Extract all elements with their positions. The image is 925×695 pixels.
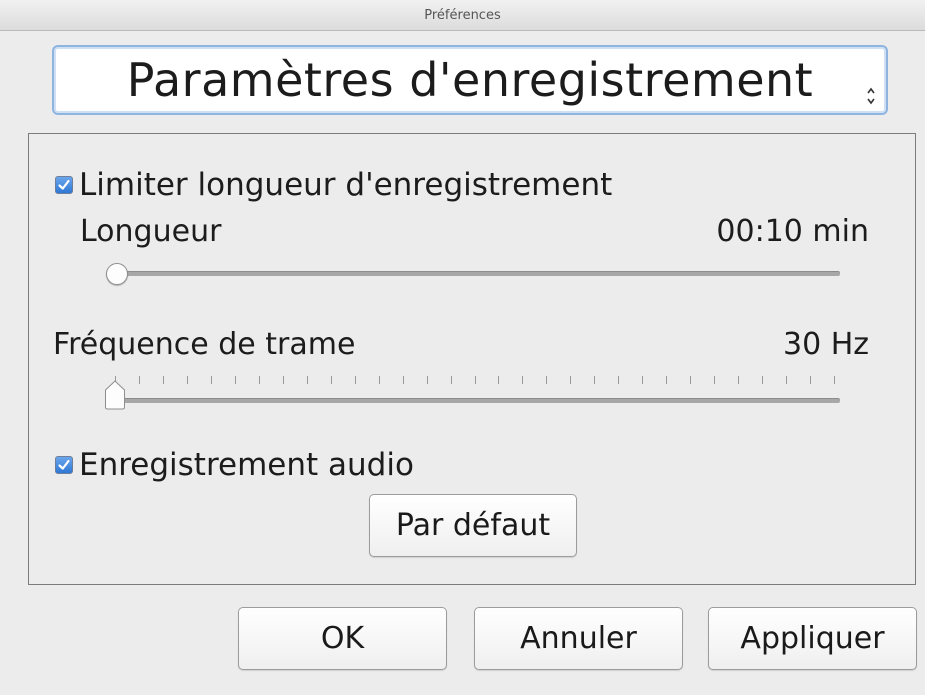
slider-tick bbox=[642, 376, 643, 384]
slider-tick bbox=[211, 376, 212, 384]
popup-chevrons-icon bbox=[866, 67, 876, 105]
slider-tick bbox=[738, 376, 739, 384]
frame-rate-slider-knob[interactable] bbox=[104, 380, 126, 410]
slider-tick bbox=[594, 376, 595, 384]
slider-tick bbox=[307, 376, 308, 384]
checkmark-icon bbox=[58, 459, 70, 470]
slider-tick bbox=[522, 376, 523, 384]
audio-recording-checkbox[interactable] bbox=[55, 456, 73, 474]
slider-tick bbox=[834, 376, 835, 384]
frame-rate-slider-track[interactable] bbox=[109, 398, 840, 403]
slider-tick bbox=[570, 376, 571, 384]
slider-tick bbox=[235, 376, 236, 384]
length-slider-track[interactable] bbox=[109, 271, 840, 276]
frame-rate-label: Fréquence de trame bbox=[53, 327, 356, 362]
slider-tick bbox=[810, 376, 811, 384]
apply-button[interactable]: Appliquer bbox=[708, 607, 917, 670]
slider-tick bbox=[331, 376, 332, 384]
length-value: 00:10 min bbox=[716, 214, 869, 249]
section-popup-button[interactable]: Paramètres d'enregistrement bbox=[52, 45, 888, 115]
limit-recording-label: Limiter longueur d'enregistrement bbox=[79, 167, 613, 203]
window-titlebar: Préférences bbox=[0, 0, 925, 31]
slider-tick bbox=[259, 376, 260, 384]
slider-tick bbox=[690, 376, 691, 384]
slider-tick bbox=[762, 376, 763, 384]
slider-tick bbox=[379, 376, 380, 384]
slider-tick bbox=[618, 376, 619, 384]
ok-button[interactable]: OK bbox=[238, 607, 447, 670]
slider-tick bbox=[498, 376, 499, 384]
slider-tick bbox=[427, 376, 428, 384]
frame-rate-slider-ticks bbox=[115, 376, 835, 386]
frame-rate-value: 30 Hz bbox=[782, 327, 869, 362]
window-title: Préférences bbox=[424, 7, 501, 23]
slider-tick bbox=[283, 376, 284, 384]
slider-tick bbox=[163, 376, 164, 384]
cancel-button[interactable]: Annuler bbox=[474, 607, 683, 670]
slider-tick bbox=[187, 376, 188, 384]
slider-tick bbox=[475, 376, 476, 384]
length-slider-knob[interactable] bbox=[106, 263, 128, 285]
limit-recording-checkbox[interactable] bbox=[55, 176, 73, 194]
limit-recording-row[interactable]: Limiter longueur d'enregistrement bbox=[55, 167, 612, 203]
slider-tick bbox=[403, 376, 404, 384]
default-button[interactable]: Par défaut bbox=[369, 494, 577, 557]
slider-tick bbox=[786, 376, 787, 384]
length-label: Longueur bbox=[80, 214, 222, 249]
checkmark-icon bbox=[58, 179, 70, 190]
slider-tick bbox=[546, 376, 547, 384]
slider-tick bbox=[139, 376, 140, 384]
settings-panel: Limiter longueur d'enregistrement Longue… bbox=[28, 133, 916, 585]
audio-recording-row[interactable]: Enregistrement audio bbox=[55, 447, 414, 483]
slider-tick bbox=[666, 376, 667, 384]
slider-tick bbox=[451, 376, 452, 384]
section-popup-label: Paramètres d'enregistrement bbox=[126, 53, 814, 107]
audio-recording-label: Enregistrement audio bbox=[79, 447, 414, 483]
slider-tick bbox=[714, 376, 715, 384]
slider-tick bbox=[355, 376, 356, 384]
